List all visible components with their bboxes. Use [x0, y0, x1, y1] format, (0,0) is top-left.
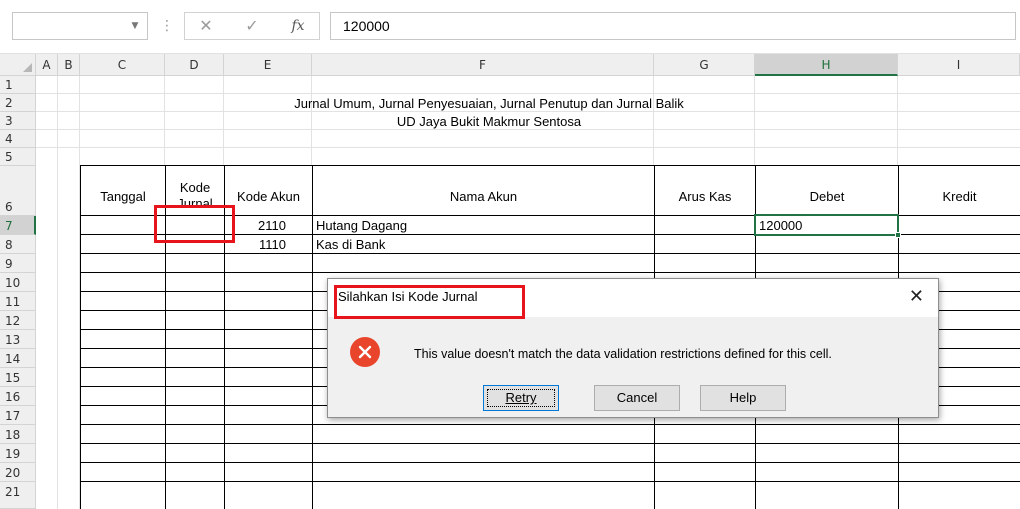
- cell-nama-akun[interactable]: Kas di Bank: [316, 237, 385, 252]
- sheet-title: Jurnal Umum, Jurnal Penyesuaian, Jurnal …: [294, 96, 684, 111]
- table-border: [80, 424, 1020, 425]
- cell-nama-akun[interactable]: Hutang Dagang: [316, 218, 407, 233]
- insert-function-icon[interactable]: fx: [285, 13, 311, 39]
- header-arus-kas: Arus Kas: [678, 189, 732, 204]
- table-border: [80, 272, 1020, 273]
- gridline: [36, 111, 1020, 112]
- name-box[interactable]: ▼: [12, 12, 148, 40]
- cancel-button-label: Cancel: [616, 390, 658, 405]
- gridline: [36, 147, 1020, 148]
- row-header-6[interactable]: 6: [0, 166, 36, 216]
- row-header-18[interactable]: 18: [0, 425, 36, 444]
- table-border: [80, 481, 1020, 482]
- table-border: [80, 165, 81, 509]
- close-icon[interactable]: ✕: [195, 13, 217, 39]
- row-header-10[interactable]: 10: [0, 273, 36, 292]
- active-cell-selection[interactable]: [754, 214, 901, 238]
- row-header-1[interactable]: 1: [0, 76, 36, 94]
- close-icon[interactable]: ✕: [909, 287, 924, 307]
- header-debet: Debet: [809, 189, 845, 204]
- column-header-a[interactable]: A: [36, 54, 58, 76]
- help-button-label: Help: [729, 390, 757, 405]
- header-kode-akun: Kode Akun: [237, 189, 300, 204]
- row-header-7[interactable]: 7: [0, 216, 36, 235]
- error-icon: [350, 337, 380, 367]
- row-header-21[interactable]: 21: [0, 482, 36, 509]
- validation-error-dialog: Silahkan Isi Kode Jurnal ✕ This value do…: [327, 278, 939, 418]
- highlight-kode-jurnal-cell: [154, 205, 235, 243]
- header-kredit: Kredit: [942, 189, 977, 204]
- table-border: [80, 462, 1020, 463]
- column-header-f[interactable]: F: [312, 54, 654, 76]
- header-nama-akun: Nama Akun: [449, 189, 518, 204]
- cancel-button[interactable]: Cancel: [594, 385, 680, 411]
- formula-buttons: ✕ ✓ fx: [184, 12, 320, 40]
- formula-bar: ▼ ⋮ ✕ ✓ fx 120000: [0, 0, 1020, 54]
- cell-kode-akun[interactable]: 1110: [226, 237, 286, 252]
- column-header-b[interactable]: B: [58, 54, 80, 76]
- row-header-4[interactable]: 4: [0, 130, 36, 148]
- fill-handle[interactable]: [895, 232, 901, 238]
- gridline: [36, 129, 1020, 130]
- row-header-19[interactable]: 19: [0, 444, 36, 463]
- column-header-h[interactable]: H: [755, 54, 898, 76]
- gridline: [36, 93, 1020, 94]
- formula-bar-separator: ⋮: [160, 18, 174, 34]
- row-header-14[interactable]: 14: [0, 349, 36, 368]
- chevron-down-icon[interactable]: ▼: [129, 20, 141, 32]
- column-header-g[interactable]: G: [654, 54, 755, 76]
- row-header-5[interactable]: 5: [0, 148, 36, 166]
- formula-input[interactable]: 120000: [330, 12, 1016, 40]
- header-tanggal: Tanggal: [100, 189, 146, 204]
- row-header-2[interactable]: 2: [0, 94, 36, 112]
- column-header-e[interactable]: E: [224, 54, 312, 76]
- gridline: [57, 76, 58, 509]
- row-header-13[interactable]: 13: [0, 330, 36, 349]
- checkmark-icon[interactable]: ✓: [241, 13, 263, 39]
- table-border: [80, 443, 1020, 444]
- row-header-8[interactable]: 8: [0, 235, 36, 254]
- table-border: [312, 165, 313, 509]
- focus-ring: [487, 389, 555, 407]
- table-border: [80, 253, 1020, 254]
- select-all-corner[interactable]: [0, 54, 36, 76]
- sheet-subtitle: UD Jaya Bukit Makmur Sentosa: [396, 114, 582, 129]
- row-header-11[interactable]: 11: [0, 292, 36, 311]
- help-button[interactable]: Help: [700, 385, 786, 411]
- column-header-d[interactable]: D: [165, 54, 224, 76]
- highlight-dialog-title: [334, 285, 525, 319]
- dialog-message: This value doesn't match the data valida…: [414, 347, 832, 361]
- row-header-16[interactable]: 16: [0, 387, 36, 406]
- row-header-15[interactable]: 15: [0, 368, 36, 387]
- row-header-12[interactable]: 12: [0, 311, 36, 330]
- retry-button[interactable]: Retry: [483, 385, 559, 411]
- cell-kode-akun[interactable]: 2110: [226, 218, 286, 233]
- row-header-9[interactable]: 9: [0, 254, 36, 273]
- row-header-17[interactable]: 17: [0, 406, 36, 425]
- column-header-c[interactable]: C: [80, 54, 165, 76]
- row-header-3[interactable]: 3: [0, 112, 36, 130]
- select-all-icon: [23, 63, 32, 72]
- row-header-20[interactable]: 20: [0, 463, 36, 482]
- table-border: [80, 165, 1020, 166]
- column-header-i[interactable]: I: [898, 54, 1020, 76]
